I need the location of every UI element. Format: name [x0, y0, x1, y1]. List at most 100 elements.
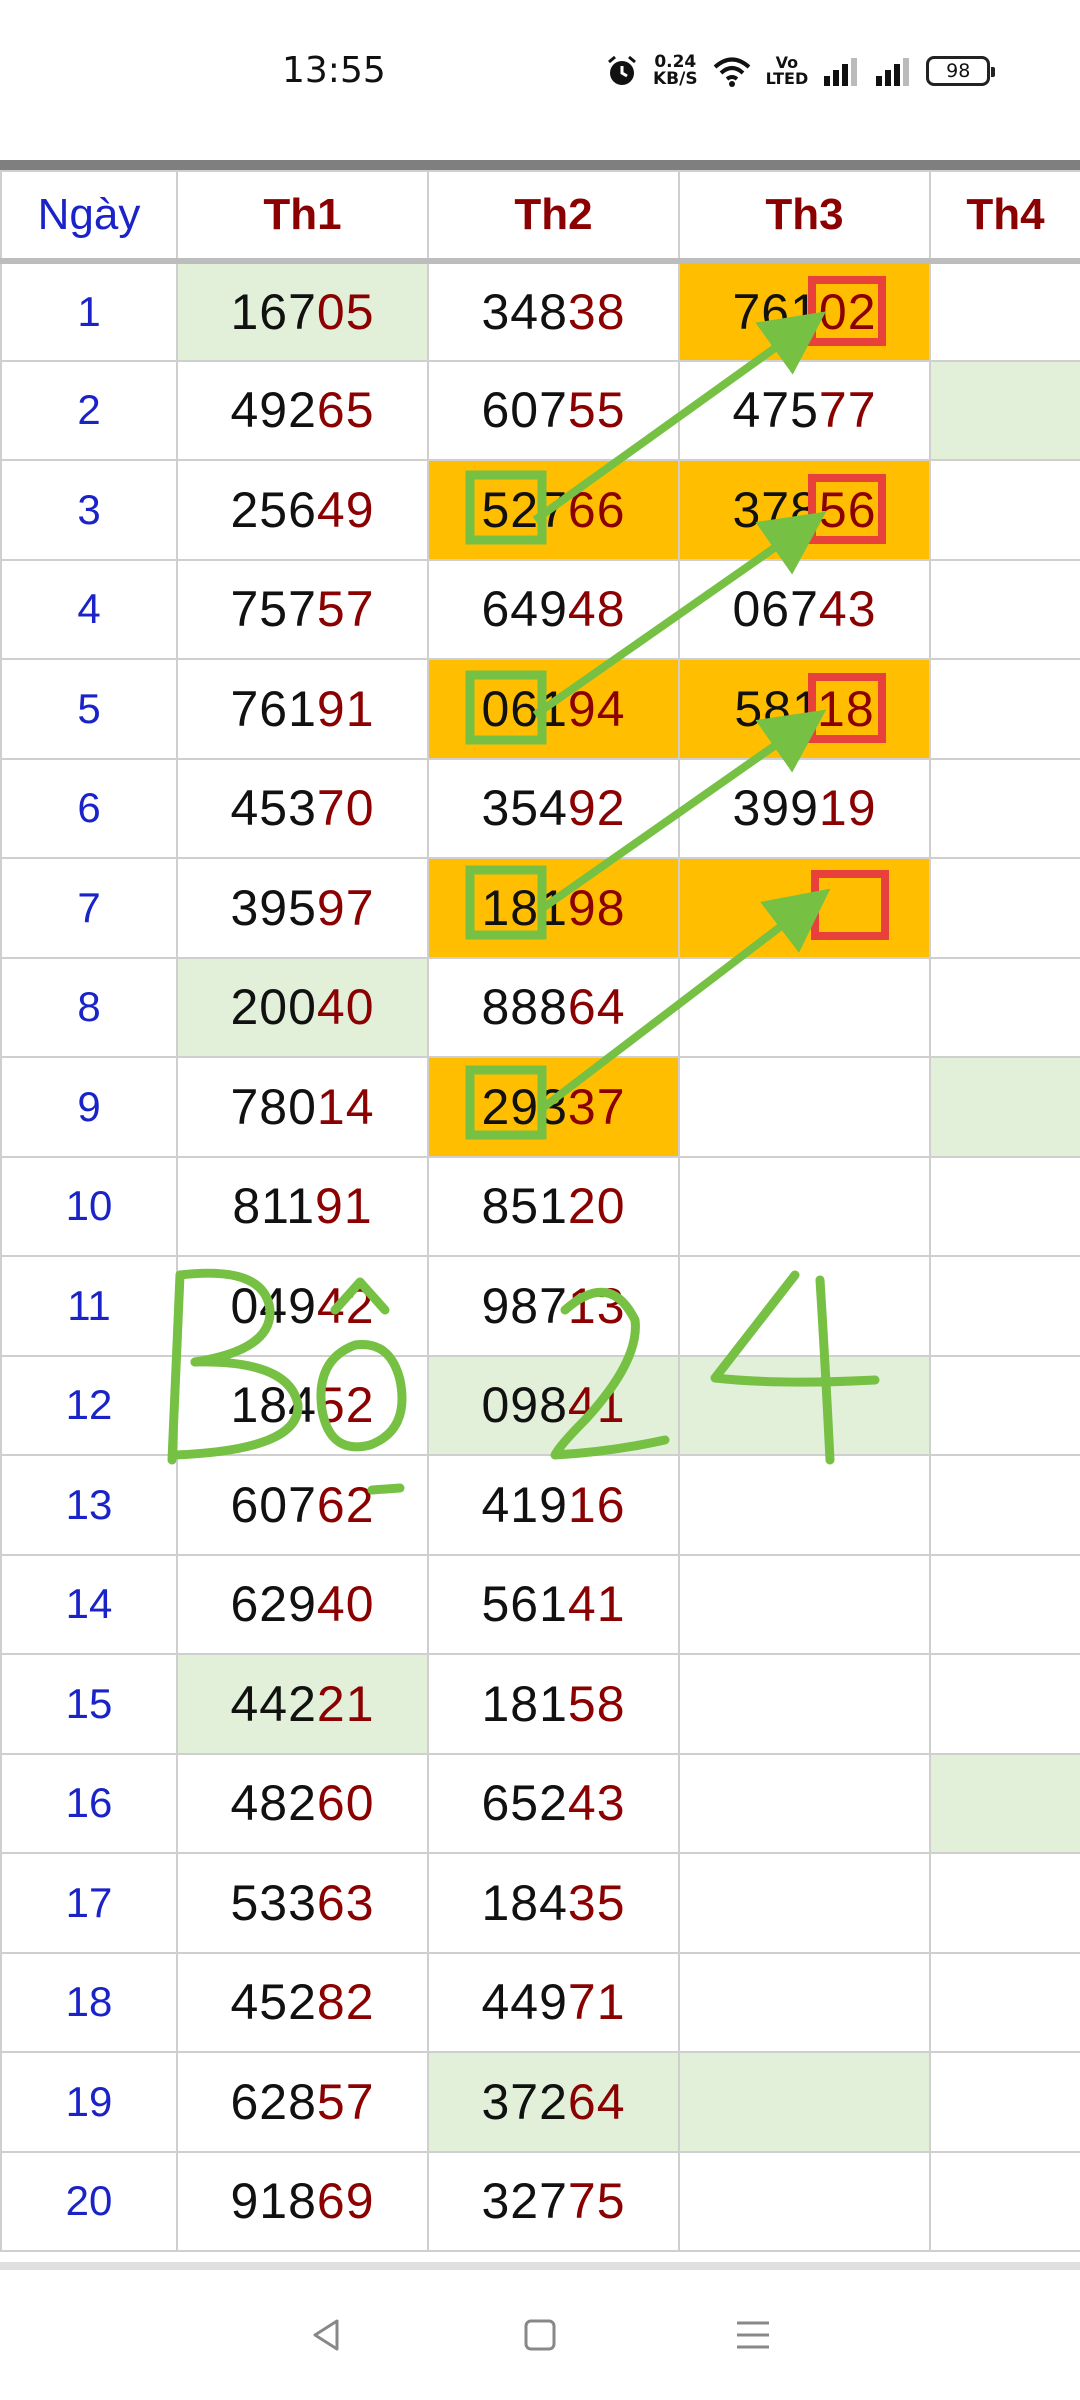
result-cell-th4 [929, 1852, 1080, 1954]
result-number: 32775 [481, 2173, 625, 2229]
volte-indicator: Vo LTED [766, 55, 809, 87]
table-row: 2 49265 60755 47577 [0, 359, 1080, 461]
result-last-two-digits: 64 [567, 2073, 626, 2130]
result-cell-th4 [929, 359, 1080, 461]
result-last-two-digits: 82 [316, 1974, 375, 2031]
result-number: 41916 [481, 1477, 625, 1533]
result-cell-th2: 09841 [427, 1354, 680, 1456]
result-cell-th1: 91869 [176, 2150, 429, 2252]
result-last-two-digits: 42 [316, 1277, 375, 1334]
result-number: 29337 [481, 1079, 625, 1135]
result-cell-th4 [929, 2051, 1080, 2153]
result-leading-digits: 780 [230, 1078, 317, 1135]
result-last-two-digits: 57 [316, 581, 375, 638]
result-leading-digits: 761 [230, 680, 317, 737]
result-cell-th2: 18158 [427, 1653, 680, 1755]
result-cell-th4 [929, 956, 1080, 1058]
alarm-icon [608, 55, 636, 85]
result-leading-digits: 811 [232, 1178, 316, 1235]
recents-button[interactable] [723, 2305, 783, 2365]
result-last-two-digits: 65 [316, 382, 375, 439]
result-number: 98713 [481, 1278, 625, 1334]
result-cell-th3 [678, 1852, 931, 1954]
day-cell: 10 [0, 1155, 178, 1257]
day-cell: 15 [0, 1653, 178, 1755]
result-leading-digits: 354 [481, 780, 568, 837]
table-row: 10 81191 85120 [0, 1155, 1080, 1257]
result-number: 39919 [732, 780, 876, 836]
result-number: 18452 [230, 1377, 374, 1433]
result-last-two-digits: 38 [567, 283, 626, 340]
table-row: 12 18452 09841 [0, 1354, 1080, 1456]
result-cell-th3: 76102 [678, 260, 931, 362]
result-cell-th1: 78014 [176, 1056, 429, 1158]
result-last-two-digits: 35 [567, 1874, 626, 1931]
result-number: 65243 [481, 1775, 625, 1831]
table-row: 18 45282 44971 [0, 1951, 1080, 2053]
day-cell: 13 [0, 1454, 178, 1556]
result-last-two-digits: 41 [567, 1377, 626, 1434]
day-cell: 18 [0, 1951, 178, 2053]
table-row: 8 20040 88864 [0, 956, 1080, 1058]
status-time: 13:55 [282, 50, 386, 91]
header-th4: Th4 [929, 170, 1080, 264]
result-last-two-digits: 97 [316, 879, 375, 936]
result-cell-th3: 06743 [678, 558, 931, 660]
result-leading-digits: 167 [230, 283, 317, 340]
result-last-two-digits: 52 [316, 1377, 375, 1434]
day-cell: 12 [0, 1354, 178, 1456]
result-cell-th1: 81191 [176, 1155, 429, 1257]
table-row: 4 75757 64948 06743 [0, 558, 1080, 660]
result-cell-th3 [678, 1155, 931, 1257]
results-table: Ngày Th1 Th2 Th3 Th4 1 16705 34838 76102 2 49… [0, 170, 1080, 2252]
result-last-two-digits: 66 [567, 481, 626, 538]
result-leading-digits: 399 [732, 780, 819, 837]
result-last-two-digits: 37 [567, 1078, 626, 1135]
home-button[interactable] [510, 2305, 570, 2365]
table-bottom-rule [0, 2262, 1080, 2270]
result-last-two-digits: 43 [818, 581, 877, 638]
result-cell-th4 [929, 558, 1080, 660]
result-cell-th2: 35492 [427, 757, 680, 859]
result-number: 44971 [481, 1974, 625, 2030]
result-leading-digits: 987 [481, 1277, 568, 1334]
result-cell-th4 [929, 757, 1080, 859]
result-leading-digits: 918 [230, 2173, 317, 2230]
result-cell-th1: 44221 [176, 1653, 429, 1755]
result-cell-th2: 32775 [427, 2150, 680, 2252]
table-row: 5 76191 06194 58118 [0, 658, 1080, 760]
home-icon [524, 2319, 556, 2351]
result-cell-th2: 88864 [427, 956, 680, 1058]
result-number: 39597 [230, 880, 374, 936]
network-speed-unit: KB/S [653, 69, 698, 89]
result-cell-th2: 85120 [427, 1155, 680, 1257]
back-button[interactable] [297, 2305, 357, 2365]
result-leading-digits: 629 [230, 1576, 317, 1633]
result-last-two-digits: 21 [316, 1675, 375, 1732]
result-leading-digits: 049 [230, 1277, 317, 1334]
result-number: 58118 [734, 681, 874, 737]
result-number: 20040 [230, 979, 374, 1035]
day-cell: 7 [0, 857, 178, 959]
result-last-two-digits: 02 [818, 283, 877, 340]
result-number: 62857 [230, 2074, 374, 2130]
result-leading-digits: 851 [481, 1178, 568, 1235]
result-last-two-digits: 98 [567, 879, 626, 936]
result-cell-th1: 45282 [176, 1951, 429, 2053]
result-cell-th1: 60762 [176, 1454, 429, 1556]
result-leading-digits: 184 [481, 1874, 568, 1931]
result-number: 60762 [230, 1477, 374, 1533]
result-cell-th4 [929, 1653, 1080, 1755]
result-cell-th4 [929, 658, 1080, 760]
result-cell-th3 [678, 1354, 931, 1456]
day-cell: 6 [0, 757, 178, 859]
day-cell: 2 [0, 359, 178, 461]
table-row: 16 48260 65243 [0, 1752, 1080, 1854]
result-leading-digits: 395 [230, 879, 317, 936]
result-last-two-digits: 49 [316, 481, 375, 538]
result-cell-th4 [929, 1752, 1080, 1854]
result-last-two-digits: 40 [316, 1576, 375, 1633]
result-cell-th3 [678, 1553, 931, 1655]
result-leading-digits: 607 [481, 382, 568, 439]
result-leading-digits: 181 [481, 1675, 568, 1732]
